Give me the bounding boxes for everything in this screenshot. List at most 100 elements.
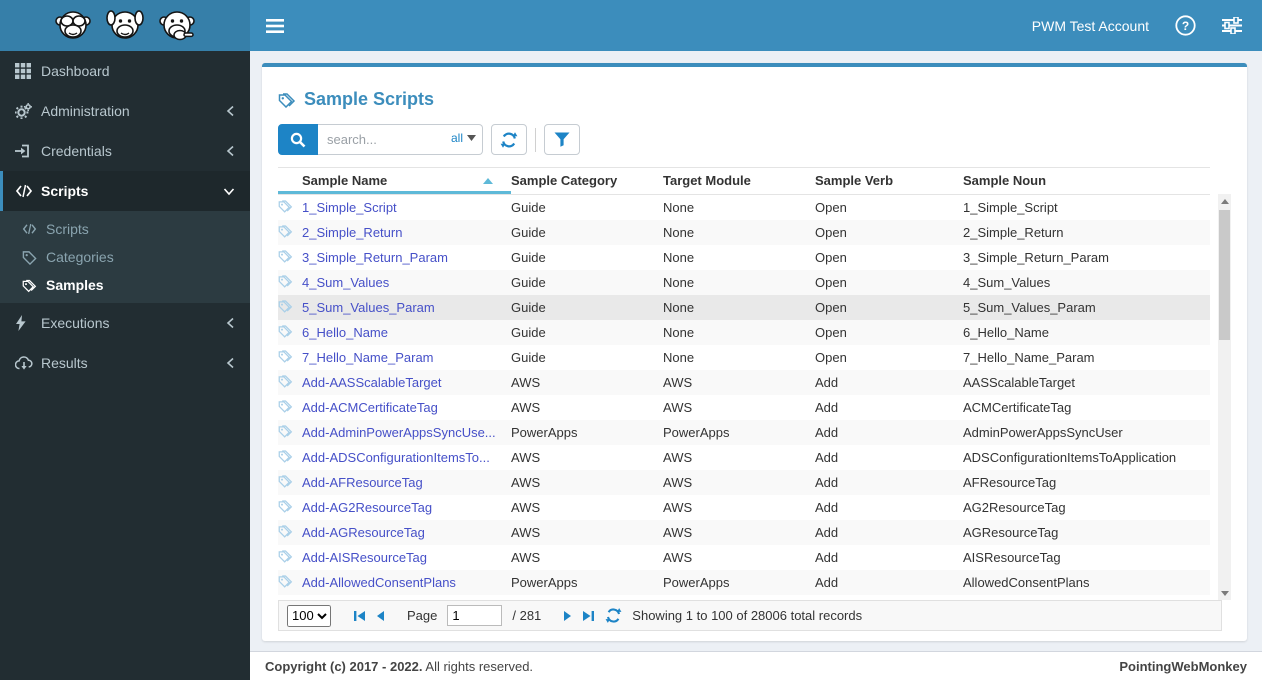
tag-icon: [22, 250, 46, 265]
target-module-cell: AWS: [663, 375, 693, 390]
search-scope-dropdown[interactable]: all: [451, 131, 476, 145]
scroll-down-button[interactable]: [1218, 586, 1231, 600]
sidebar-item-scripts[interactable]: Scripts: [0, 171, 250, 211]
sample-noun-cell: 3_Simple_Return_Param: [963, 250, 1109, 265]
table-row[interactable]: Add-AISResourceTag AWS AWS Add AISResourceTa…: [278, 545, 1210, 570]
help-button[interactable]: ?: [1175, 15, 1196, 36]
sidebar-subitem-scripts[interactable]: Scripts: [0, 215, 250, 243]
scripts-submenu: Scripts Categories Samples: [0, 211, 250, 303]
table-row[interactable]: Add-AGResourceTag AWS AWS Add AGResourceTag: [278, 520, 1210, 545]
table-row[interactable]: Add-AdminPowerAppsSyncUse... PowerApps Pow…: [278, 420, 1210, 445]
table-row[interactable]: Add-ACMCertificateTag AWS AWS Add ACMCertifi…: [278, 395, 1210, 420]
column-header-sample-verb[interactable]: Sample Verb: [815, 167, 963, 195]
sample-name-link[interactable]: 7_Hello_Name_Param: [302, 350, 434, 365]
sidebar-item-dashboard[interactable]: Dashboard: [0, 51, 250, 91]
table-viewport: Sample Name Sample Category Target Modul…: [278, 167, 1222, 600]
sample-noun-cell: 6_Hello_Name: [963, 325, 1049, 340]
current-page-input[interactable]: [447, 605, 503, 626]
table-row[interactable]: 6_Hello_Name Guide None Open 6_Hello_Name: [278, 320, 1210, 345]
table-row[interactable]: Add-ALXBContactToAddressBookAWSAWSAddALX…: [278, 595, 1210, 600]
table-row[interactable]: Add-AllowedConsentPlans PowerApps PowerApp…: [278, 570, 1210, 595]
sample-category-cell: AWS: [511, 450, 541, 465]
table-row[interactable]: 2_Simple_Return Guide None Open 2_Simple_Ret…: [278, 220, 1210, 245]
sidebar-subitem-categories[interactable]: Categories: [0, 243, 250, 271]
column-header-sample-category[interactable]: Sample Category: [511, 167, 663, 195]
sample-name-link[interactable]: Add-AG2ResourceTag: [302, 500, 432, 515]
sidebar-subitem-samples[interactable]: Samples: [0, 271, 250, 299]
sample-name-link[interactable]: 5_Sum_Values_Param: [302, 300, 435, 315]
sample-verb-cell: Open: [815, 350, 847, 365]
table-row[interactable]: Add-ADSConfigurationItemsTo... AWS AWS Add A…: [278, 445, 1210, 470]
account-name[interactable]: PWM Test Account: [1032, 18, 1149, 34]
samples-table: Sample Name Sample Category Target Modul…: [278, 167, 1210, 600]
record-count-status: Showing 1 to 100 of 28006 total records: [632, 608, 863, 623]
sample-verb-cell: Add: [815, 375, 839, 390]
table-row[interactable]: 4_Sum_Values Guide None Open 4_Sum_Values: [278, 270, 1210, 295]
last-page-button[interactable]: [582, 610, 595, 622]
sample-name-link[interactable]: Add-AFResourceTag: [302, 475, 423, 490]
sample-name-link[interactable]: Add-AllowedConsentPlans: [302, 575, 456, 590]
scrollbar-thumb[interactable]: [1219, 210, 1230, 340]
sample-noun-cell: ACMCertificateTag: [963, 400, 1072, 415]
search-button[interactable]: [278, 124, 318, 155]
tags-icon: [278, 399, 293, 413]
first-page-button[interactable]: [353, 610, 366, 622]
sample-name-link[interactable]: Add-ADSConfigurationItemsTo...: [302, 450, 490, 465]
table-row[interactable]: 7_Hello_Name_Param Guide None Open 7_Hello_N…: [278, 345, 1210, 370]
sidebar: Dashboard Administration Credentials Scr…: [0, 51, 250, 680]
refresh-icon: [605, 608, 622, 623]
sidebar-item-credentials[interactable]: Credentials: [0, 131, 250, 171]
sliders-icon: [1222, 17, 1242, 34]
filter-button[interactable]: [544, 124, 580, 155]
sidebar-item-administration[interactable]: Administration: [0, 91, 250, 131]
table-row[interactable]: Add-AASScalableTarget AWS AWS Add AASScalabl…: [278, 370, 1210, 395]
sample-name-link[interactable]: 6_Hello_Name: [302, 325, 388, 340]
table-row[interactable]: Add-AG2ResourceTag AWS AWS Add AG2ResourceTa…: [278, 495, 1210, 520]
sample-name-link[interactable]: Add-AGResourceTag: [302, 525, 425, 540]
sample-name-link[interactable]: Add-AdminPowerAppsSyncUse...: [302, 425, 496, 440]
sample-noun-cell: AGResourceTag: [963, 525, 1059, 540]
sample-verb-cell: Open: [815, 275, 847, 290]
table-row[interactable]: Add-AFResourceTag AWS AWS Add AFResourceTag: [278, 470, 1210, 495]
sample-name-link[interactable]: 1_Simple_Script: [302, 200, 397, 215]
refresh-button[interactable]: [491, 124, 527, 155]
sample-name-link[interactable]: Add-AASScalableTarget: [302, 375, 441, 390]
sidebar-item-results[interactable]: Results: [0, 343, 250, 383]
sample-name-link[interactable]: 2_Simple_Return: [302, 225, 402, 240]
sample-category-cell: Guide: [511, 250, 546, 265]
pager-refresh-button[interactable]: [605, 607, 622, 624]
column-header-target-module[interactable]: Target Module: [663, 167, 815, 195]
table-toolbar: all: [278, 124, 1231, 155]
tags-icon: [278, 324, 293, 338]
sidebar-item-executions[interactable]: Executions: [0, 303, 250, 343]
content-card: Sample Scripts all: [262, 63, 1247, 641]
scroll-up-button[interactable]: [1218, 194, 1231, 208]
svg-text:?: ?: [1182, 19, 1189, 33]
sample-verb-cell: Add: [815, 475, 839, 490]
toolbar-divider: [535, 127, 536, 152]
target-module-cell: AWS: [663, 450, 693, 465]
target-module-cell: None: [663, 350, 695, 365]
column-header-sample-noun[interactable]: Sample Noun: [963, 167, 1210, 195]
sample-category-cell: Guide: [511, 200, 546, 215]
sample-name-link[interactable]: 4_Sum_Values: [302, 275, 389, 290]
tags-icon: [22, 278, 46, 293]
target-module-cell: AWS: [663, 550, 693, 565]
table-row[interactable]: 5_Sum_Values_Param Guide None Open 5_Sum_Val…: [278, 295, 1210, 320]
table-row[interactable]: 3_Simple_Return_Param Guide None Open 3_Simp…: [278, 245, 1210, 270]
sample-noun-cell: AG2ResourceTag: [963, 500, 1066, 515]
previous-page-button[interactable]: [376, 610, 385, 622]
sample-name-link[interactable]: Add-ACMCertificateTag: [302, 400, 438, 415]
sample-name-link[interactable]: Add-AISResourceTag: [302, 550, 427, 565]
table-row[interactable]: 1_Simple_Script Guide None Open 1_Simple_Scr…: [278, 195, 1210, 221]
app-logo[interactable]: [0, 0, 250, 51]
page-size-select[interactable]: 100: [287, 604, 331, 627]
sample-name-link[interactable]: 3_Simple_Return_Param: [302, 250, 448, 265]
target-module-cell: PowerApps: [663, 425, 730, 440]
settings-button[interactable]: [1222, 17, 1242, 34]
vertical-scrollbar[interactable]: [1218, 194, 1231, 600]
sidebar-toggle-button[interactable]: [250, 0, 300, 51]
target-module-cell: None: [663, 300, 695, 315]
column-header-sample-name[interactable]: Sample Name: [302, 167, 511, 195]
next-page-button[interactable]: [563, 610, 572, 622]
